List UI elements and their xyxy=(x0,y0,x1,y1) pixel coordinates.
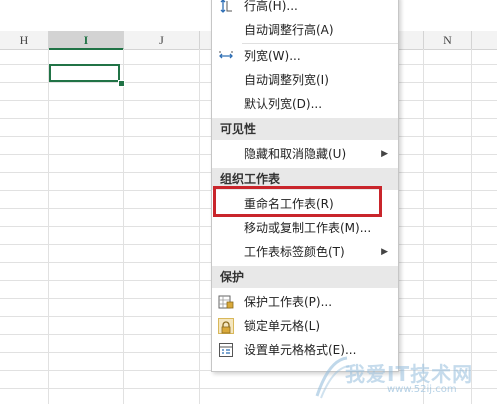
row-height-icon xyxy=(218,0,234,14)
menu-item-label: 行高(H)... xyxy=(244,0,298,13)
menu-item-tab-color[interactable]: 工作表标签颜色(T) ▶ xyxy=(212,240,398,264)
column-letter: N xyxy=(443,33,452,47)
column-header-m[interactable] xyxy=(398,31,424,49)
lock-icon xyxy=(218,318,234,334)
menu-item-column-width[interactable]: 列宽(W)... xyxy=(212,44,398,68)
column-width-icon xyxy=(218,48,234,64)
menu-item-lock-cell[interactable]: 锁定单元格(L) xyxy=(212,314,398,338)
submenu-arrow-icon: ▶ xyxy=(381,247,388,257)
watermark-text: 我爱IT技术网 xyxy=(345,362,474,386)
column-letter: J xyxy=(159,33,164,47)
menu-item-default-width[interactable]: 默认列宽(D)... xyxy=(212,92,398,116)
fill-handle[interactable] xyxy=(118,80,125,87)
menu-item-autofit-column-width[interactable]: 自动调整列宽(I) xyxy=(212,68,398,92)
watermark: 我爱IT技术网 www.52ij.com xyxy=(311,356,491,402)
watermark-url: www.52ij.com xyxy=(387,384,457,395)
section-label: 保护 xyxy=(220,270,245,284)
menu-item-label: 锁定单元格(L) xyxy=(244,319,321,333)
section-header-protection: 保护 xyxy=(212,266,398,288)
menu-item-label: 列宽(W)... xyxy=(244,49,301,63)
menu-item-label: 自动调整行高(A) xyxy=(244,23,334,37)
column-letter: H xyxy=(19,33,29,47)
column-header-i[interactable]: I xyxy=(49,31,124,50)
format-cells-icon xyxy=(218,342,234,358)
submenu-arrow-icon: ▶ xyxy=(381,149,388,159)
active-cell[interactable] xyxy=(49,64,120,82)
menu-item-row-height[interactable]: 行高(H)... xyxy=(212,0,398,18)
menu-item-label: 默认列宽(D)... xyxy=(244,97,323,111)
section-header-visibility: 可见性 xyxy=(212,118,398,140)
menu-item-protect-sheet[interactable]: 保护工作表(P)... xyxy=(212,290,398,314)
protect-sheet-icon xyxy=(218,294,234,310)
column-header-o[interactable] xyxy=(472,31,497,49)
column-header-j[interactable]: J xyxy=(124,31,200,49)
column-header-h[interactable]: H xyxy=(0,31,49,49)
menu-item-label: 工作表标签颜色(T) xyxy=(244,245,345,259)
column-header-n[interactable]: N xyxy=(424,31,472,49)
menu-item-move-copy-sheet[interactable]: 移动或复制工作表(M)... xyxy=(212,216,398,240)
annotation-highlight-box xyxy=(213,186,382,217)
menu-item-label: 保护工作表(P)... xyxy=(244,295,333,309)
menu-item-label: 移动或复制工作表(M)... xyxy=(244,221,372,235)
section-label: 可见性 xyxy=(220,122,257,136)
menu-item-label: 隐藏和取消隐藏(U) xyxy=(244,147,347,161)
menu-item-hide-unhide[interactable]: 隐藏和取消隐藏(U) ▶ xyxy=(212,142,398,166)
menu-item-label: 自动调整列宽(I) xyxy=(244,73,329,87)
menu-item-autofit-row-height[interactable]: 自动调整行高(A) xyxy=(212,18,398,42)
column-letter: I xyxy=(83,33,89,47)
